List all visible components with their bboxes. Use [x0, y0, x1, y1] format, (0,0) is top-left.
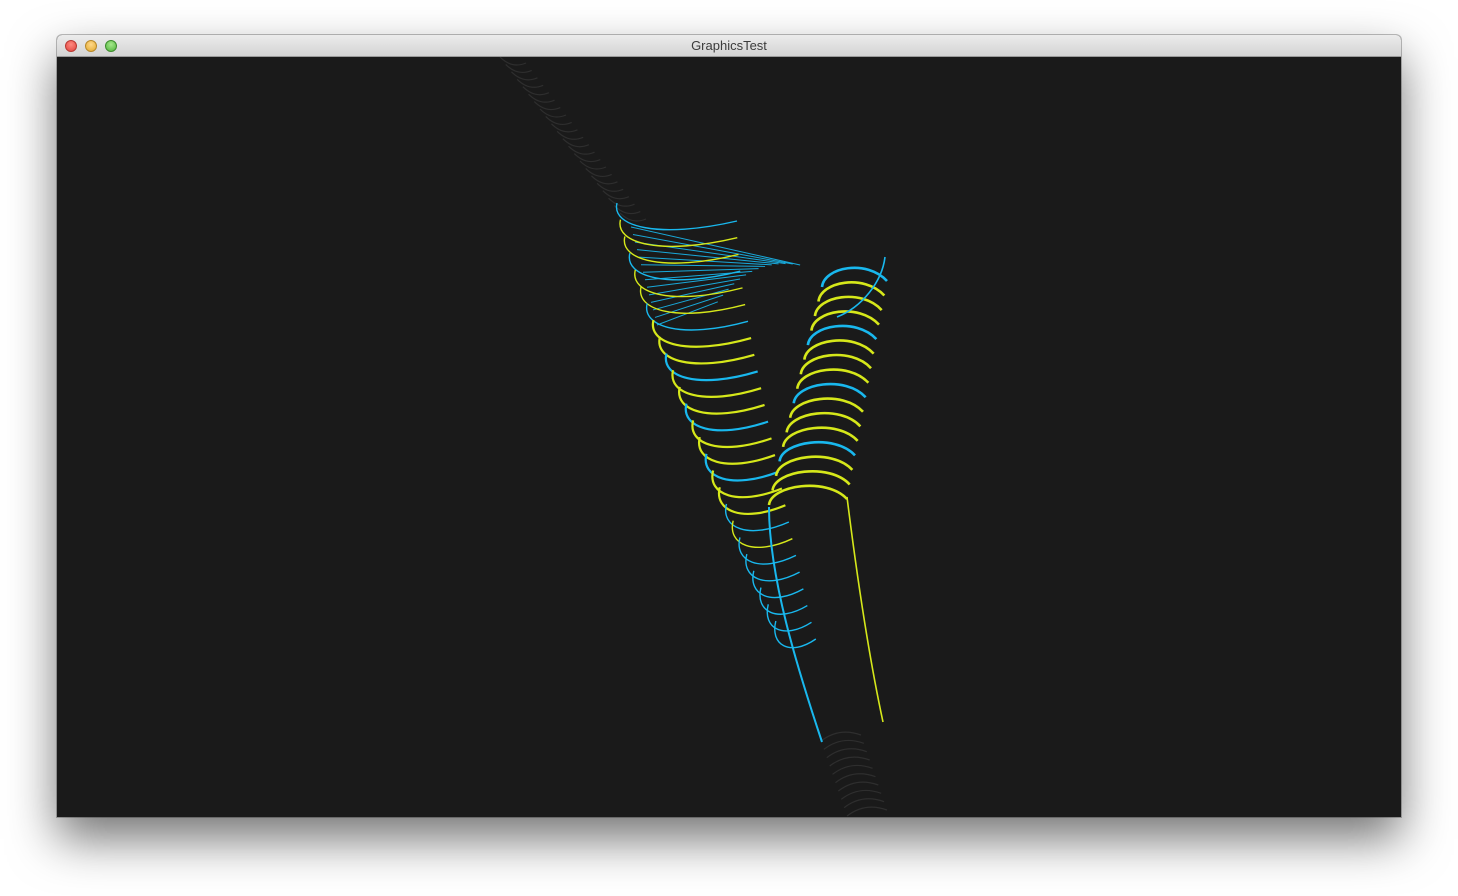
trail-arc — [511, 71, 538, 81]
trail-arc — [545, 116, 572, 125]
fan-line — [646, 274, 747, 288]
trail-arc — [573, 153, 601, 163]
right-arc — [813, 295, 883, 317]
right-arc — [806, 324, 878, 346]
trail-arc — [556, 130, 584, 140]
trail-arc — [602, 190, 630, 200]
trail-arc — [585, 168, 612, 177]
trail-arc — [608, 197, 635, 207]
trail-arc — [596, 182, 624, 192]
tube-outline — [768, 256, 886, 743]
trail-arc — [528, 93, 555, 103]
trail-arc — [846, 806, 888, 817]
trail-arc — [516, 78, 544, 88]
trail-arc — [823, 739, 865, 750]
graphics-canvas[interactable] — [57, 57, 1401, 817]
right-arc — [771, 470, 851, 491]
trail-arc — [820, 731, 862, 742]
right-arc — [788, 397, 864, 419]
left-arc — [774, 620, 817, 649]
trail-arc — [832, 764, 873, 775]
left-arc — [766, 604, 812, 632]
trail-arc — [840, 789, 882, 800]
fan-line — [642, 268, 759, 273]
trail-arc — [591, 175, 618, 185]
right-arc — [774, 455, 854, 477]
trail-arc — [829, 756, 870, 767]
right-arc — [795, 368, 870, 390]
tube-right-edge — [846, 496, 884, 723]
fan-line — [640, 264, 766, 267]
trail-arc — [533, 101, 561, 111]
tube-left-edge — [768, 506, 823, 743]
right-arc — [810, 310, 880, 331]
ribbon-rendering — [499, 57, 888, 817]
trail-arc — [499, 57, 527, 66]
right-arc — [799, 353, 872, 375]
trail-arc — [505, 64, 532, 73]
right-arc — [778, 441, 856, 462]
trail-arc — [539, 108, 567, 118]
trail-arc — [568, 145, 595, 155]
title-bar[interactable]: GraphicsTest — [57, 35, 1401, 57]
trail-arc — [837, 781, 879, 792]
trail-arc — [835, 773, 876, 784]
left-arc — [615, 202, 738, 231]
trail-arc — [562, 138, 590, 148]
right-arc — [785, 411, 862, 433]
right-arc — [781, 426, 859, 448]
trail-arc — [579, 160, 607, 170]
window-title: GraphicsTest — [691, 38, 767, 53]
app-window: GraphicsTest — [57, 35, 1401, 817]
right-arc — [820, 266, 888, 288]
trail-arc — [826, 748, 867, 759]
right-arcs — [767, 266, 888, 506]
right-arc — [792, 382, 867, 404]
trail-arc — [843, 798, 885, 809]
trail-arc — [551, 123, 578, 133]
faint-trail — [499, 57, 888, 817]
right-arc — [803, 339, 875, 361]
left-arc — [619, 219, 738, 248]
trail-arc — [522, 86, 550, 96]
